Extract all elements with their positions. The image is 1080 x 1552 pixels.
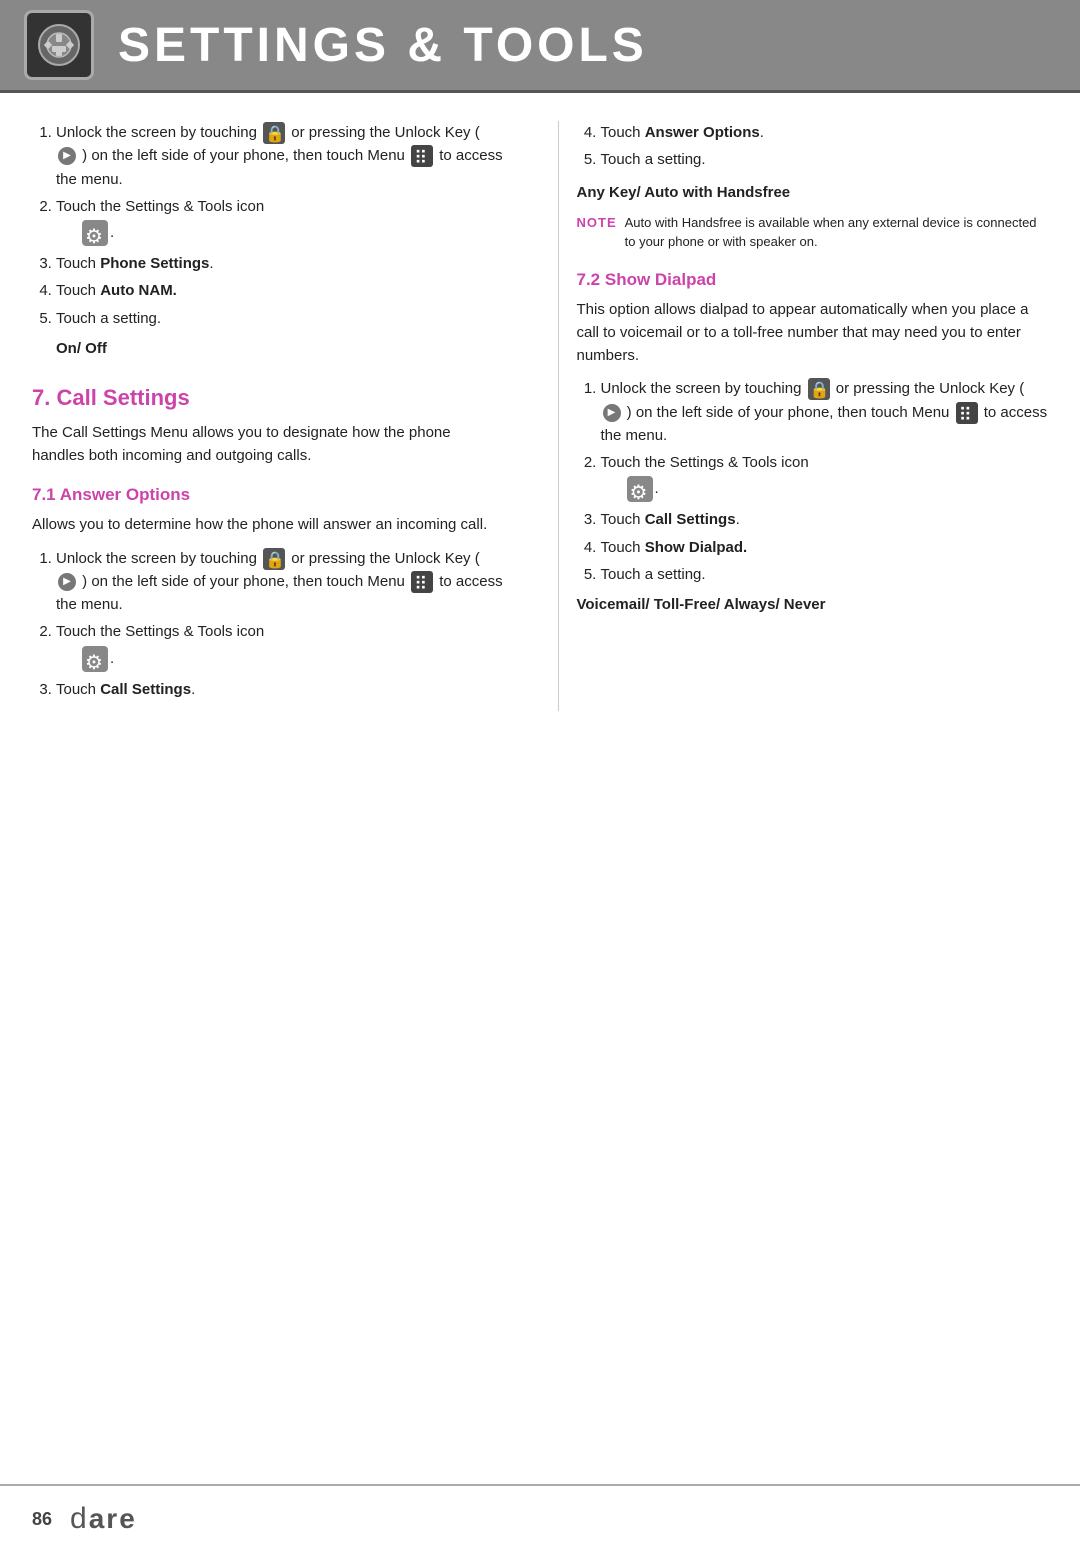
menu-icon-2: [411, 571, 433, 593]
intro-steps: Unlock the screen by touching or pressin…: [32, 121, 504, 330]
section-72-steps: Unlock the screen by touching or pressin…: [577, 377, 1049, 586]
on-off-label: On/ Off: [32, 340, 504, 357]
s71-step-3: Touch Call Settings.: [56, 678, 504, 701]
step-3: Touch Phone Settings.: [56, 252, 504, 275]
note-label: NOTE: [577, 213, 617, 233]
section-71-steps: Unlock the screen by touching or pressin…: [32, 547, 504, 701]
page-title: SETTINGS & TOOLS: [118, 18, 648, 73]
r-step-4: Touch Answer Options.: [601, 121, 1049, 144]
page-number: 86: [32, 1509, 52, 1530]
s72-step-4: Touch Show Dialpad.: [601, 536, 1049, 559]
main-content: Unlock the screen by touching or pressin…: [0, 93, 1080, 791]
section-71-desc: Allows you to determine how the phone wi…: [32, 513, 504, 536]
step-2: Touch the Settings & Tools icon .: [56, 195, 504, 248]
s71-step-2: Touch the Settings & Tools icon .: [56, 620, 504, 673]
note-block: NOTE Auto with Handsfree is available wh…: [577, 213, 1049, 252]
s72-step-3: Touch Call Settings.: [601, 508, 1049, 531]
settings-icon-2: [82, 646, 108, 672]
page-header: SETTINGS & TOOLS: [0, 0, 1080, 93]
right-column: Touch Answer Options. Touch a setting. A…: [558, 121, 1049, 711]
step-1: Unlock the screen by touching or pressin…: [56, 121, 504, 191]
unlock-icon-3: [808, 378, 830, 400]
brand-logo: Dare: [70, 1502, 137, 1536]
right-intro-steps: Touch Answer Options. Touch a setting.: [577, 121, 1049, 172]
step-5: Touch a setting.: [56, 307, 504, 330]
settings-icon: [82, 220, 108, 246]
section-7-desc: The Call Settings Menu allows you to des…: [32, 421, 504, 468]
note-text: Auto with Handsfree is available when an…: [625, 213, 1048, 252]
any-key-label: Any Key/ Auto with Handsfree: [577, 184, 1049, 201]
step-4: Touch Auto NAM.: [56, 279, 504, 302]
left-column: Unlock the screen by touching or pressin…: [32, 121, 522, 711]
unlock-icon-2: [263, 548, 285, 570]
page-footer: 86 Dare: [0, 1484, 1080, 1552]
settings-icon-3: [627, 476, 653, 502]
key-icon-3: ▶: [603, 404, 621, 422]
unlock-icon: [263, 122, 285, 144]
key-icon: ▶: [58, 147, 76, 165]
voicemail-label: Voicemail/ Toll-Free/ Always/ Never: [577, 596, 1049, 613]
menu-icon: [411, 145, 433, 167]
header-icon: [24, 10, 94, 80]
s72-step-1: Unlock the screen by touching or pressin…: [601, 377, 1049, 447]
s72-step-2: Touch the Settings & Tools icon .: [601, 451, 1049, 504]
menu-icon-3: [956, 402, 978, 424]
key-icon-2: ▶: [58, 573, 76, 591]
section-72-heading: 7.2 Show Dialpad: [577, 270, 1049, 290]
section-72-desc: This option allows dialpad to appear aut…: [577, 298, 1049, 368]
r-step-5: Touch a setting.: [601, 148, 1049, 171]
section-7-heading: 7. Call Settings: [32, 385, 504, 411]
s72-step-5: Touch a setting.: [601, 563, 1049, 586]
section-71-heading: 7.1 Answer Options: [32, 485, 504, 505]
s71-step-1: Unlock the screen by touching or pressin…: [56, 547, 504, 617]
